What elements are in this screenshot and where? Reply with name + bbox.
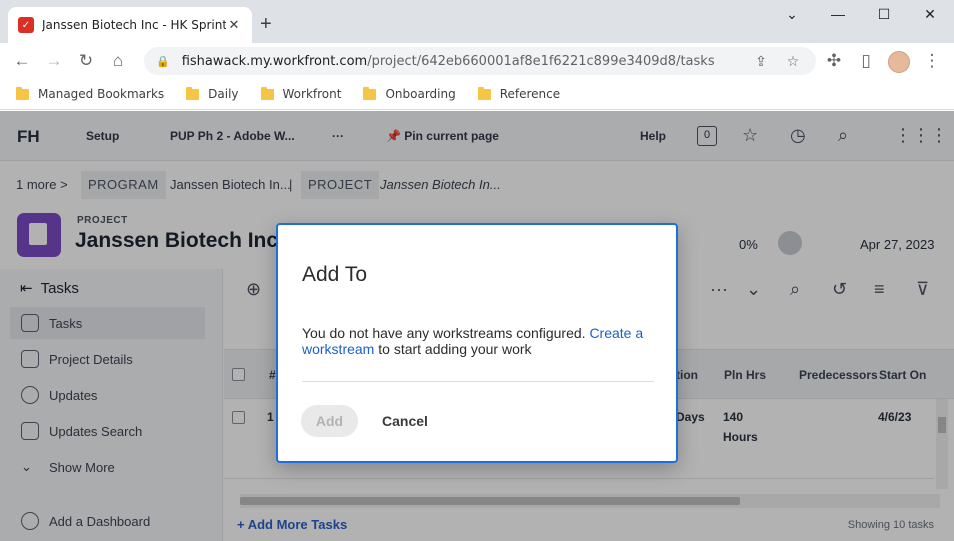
- tab-title: Janssen Biotech Inc - HK Sprint 4: [42, 18, 226, 32]
- folder-icon: [260, 86, 274, 100]
- extensions-icon[interactable]: ✣: [824, 51, 844, 71]
- lock-icon: 🔒: [156, 55, 170, 68]
- maximize-icon[interactable]: ☐: [872, 6, 896, 23]
- window-close-icon[interactable]: ✕: [918, 6, 942, 23]
- bookmark-onboarding[interactable]: Onboarding: [363, 86, 456, 101]
- side-panel-icon[interactable]: ▯: [856, 51, 876, 71]
- browser-menu-icon[interactable]: ⋮: [922, 51, 942, 71]
- dialog-divider: [302, 381, 654, 382]
- bookmark-workfront[interactable]: Workfront: [260, 86, 341, 101]
- minimize-icon[interactable]: —: [826, 6, 850, 22]
- profile-avatar[interactable]: [888, 51, 910, 73]
- add-button[interactable]: Add: [301, 405, 358, 437]
- tab-search-chevron-icon[interactable]: ⌄: [780, 6, 804, 23]
- brave-shield-icon: ✓: [18, 17, 34, 33]
- tab-close-icon[interactable]: ✕: [226, 17, 242, 33]
- cancel-button[interactable]: Cancel: [374, 405, 436, 437]
- dialog-message: You do not have any workstreams configur…: [302, 325, 644, 357]
- browser-tab[interactable]: ✓ Janssen Biotech Inc - HK Sprint 4 ✕: [8, 7, 252, 43]
- home-icon[interactable]: ⌂: [108, 51, 128, 71]
- bookmark-reference[interactable]: Reference: [477, 86, 560, 101]
- new-tab-icon[interactable]: +: [260, 14, 272, 34]
- back-icon[interactable]: ←: [12, 51, 32, 71]
- bookmark-daily[interactable]: Daily: [186, 86, 239, 101]
- bookmark-managed[interactable]: Managed Bookmarks: [16, 86, 164, 101]
- share-icon[interactable]: ⇪: [750, 53, 772, 70]
- browser-tab-strip: ✓ Janssen Biotech Inc - HK Sprint 4 ✕ + …: [0, 0, 954, 43]
- add-to-dialog: Add To You do not have any workstreams c…: [276, 223, 678, 463]
- folder-icon: [477, 86, 491, 100]
- bookmarks-bar: Managed Bookmarks Daily Workfront Onboar…: [0, 79, 954, 110]
- url-text: fishawack.my.workfront.com/project/642eb…: [181, 53, 715, 69]
- folder-icon: [16, 86, 29, 100]
- folder-icon: [186, 86, 200, 100]
- reload-icon[interactable]: ↻: [76, 51, 96, 71]
- folder-icon: [363, 86, 377, 100]
- browser-toolbar: ← → ↻ ⌂ 🔒 fishawack.my.workfront.com/pro…: [0, 43, 954, 79]
- forward-icon[interactable]: →: [44, 51, 64, 71]
- address-bar[interactable]: 🔒 fishawack.my.workfront.com/project/642…: [144, 47, 816, 75]
- dialog-title: Add To: [302, 263, 367, 286]
- bookmark-star-icon[interactable]: ☆: [782, 53, 804, 70]
